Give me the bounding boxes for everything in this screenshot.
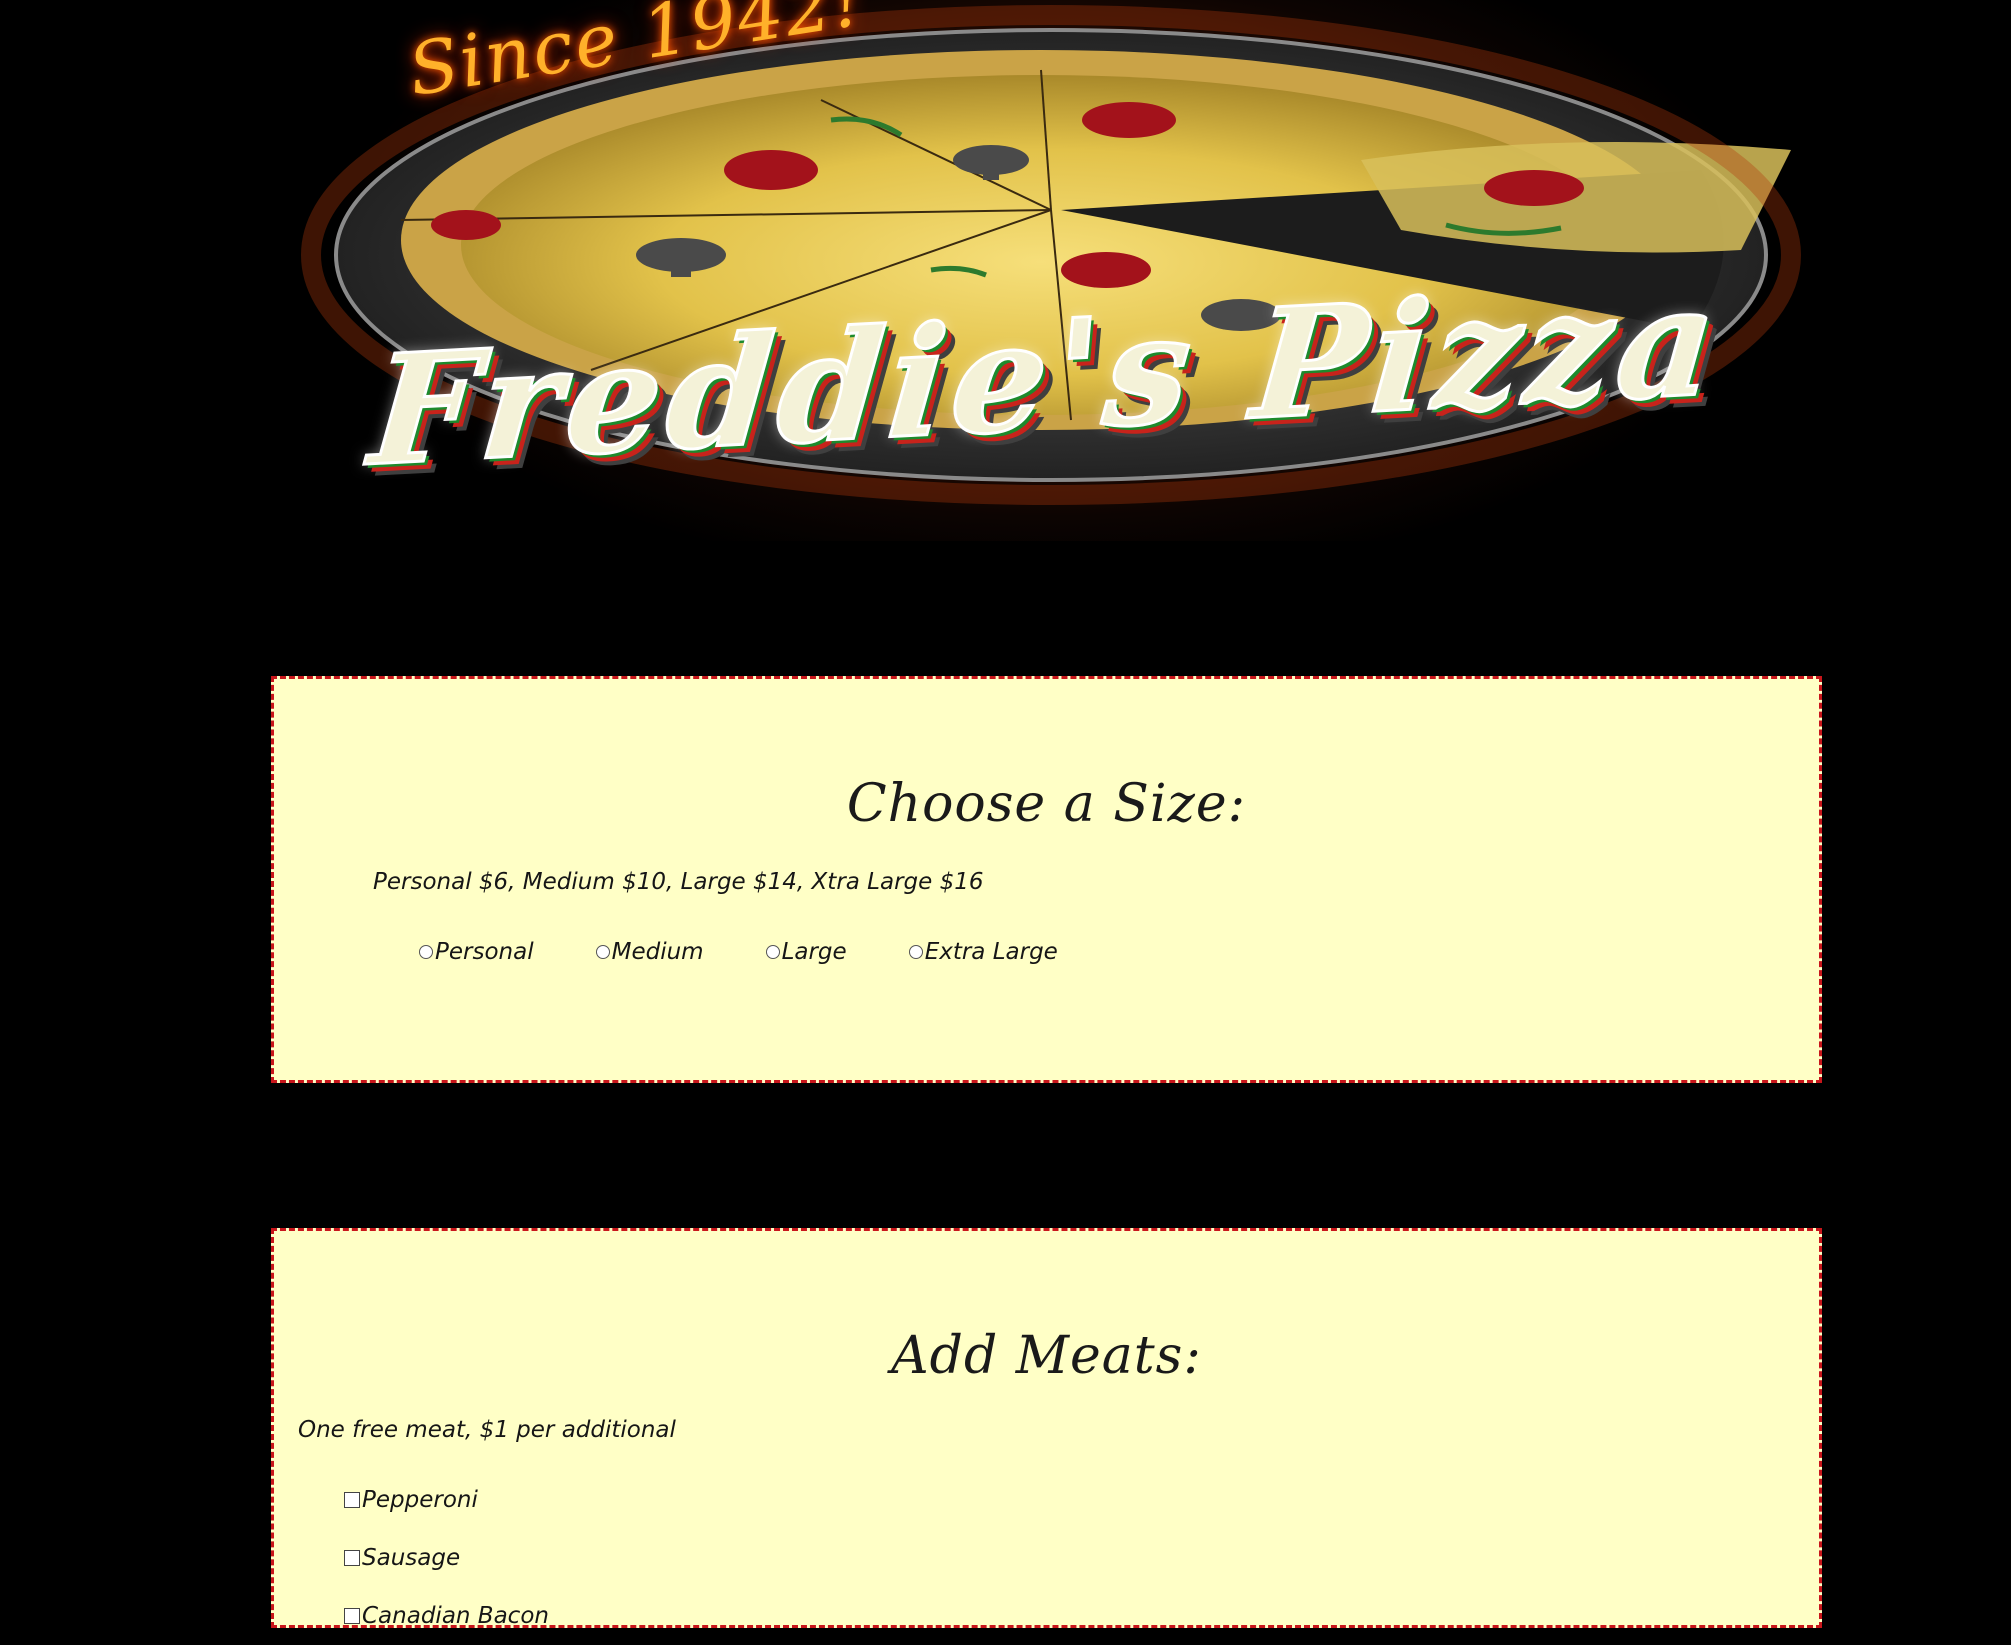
site-banner: Since 1942! Freddie's Pizza: [271, 0, 1825, 541]
meat-option-canadian-bacon[interactable]: Canadian Bacon: [344, 1587, 549, 1645]
meats-section-title: Add Meats:: [891, 1326, 1202, 1386]
size-option-label: Medium: [611, 939, 704, 965]
meat-option-pepperoni[interactable]: Pepperoni: [344, 1471, 549, 1529]
size-option-extra-large[interactable]: Extra Large: [908, 939, 1058, 965]
size-section-title: Choose a Size:: [846, 774, 1247, 834]
size-option-large[interactable]: Large: [765, 939, 847, 965]
meats-pricing-text: One free meat, $1 per additional: [298, 1417, 676, 1443]
meat-option-sausage[interactable]: Sausage: [344, 1529, 549, 1587]
size-option-medium[interactable]: Medium: [595, 939, 704, 965]
size-option-label: Extra Large: [924, 939, 1058, 965]
size-option-personal[interactable]: Personal: [419, 939, 534, 965]
radio-button[interactable]: [908, 945, 923, 959]
radio-button[interactable]: [595, 945, 610, 959]
radio-button[interactable]: [419, 945, 433, 959]
size-prices-text: Personal $6, Medium $10, Large $14, Xtra…: [373, 869, 984, 895]
checkbox[interactable]: [344, 1492, 360, 1508]
meat-option-label: Pepperoni: [362, 1487, 478, 1513]
checkbox[interactable]: [344, 1608, 360, 1624]
checkbox[interactable]: [344, 1550, 360, 1566]
size-section: Choose a Size: Personal $6, Medium $10, …: [271, 676, 1822, 1083]
size-option-label: Large: [781, 939, 847, 965]
meats-section: Add Meats: One free meat, $1 per additio…: [271, 1228, 1822, 1629]
meats-options: Pepperoni Sausage Canadian Bacon: [344, 1471, 549, 1645]
radio-button[interactable]: [765, 945, 780, 959]
meat-option-label: Canadian Bacon: [362, 1603, 549, 1629]
meat-option-label: Sausage: [362, 1545, 461, 1571]
size-options: Personal Medium Large Extra Large: [419, 939, 1120, 965]
size-option-label: Personal: [435, 939, 534, 965]
